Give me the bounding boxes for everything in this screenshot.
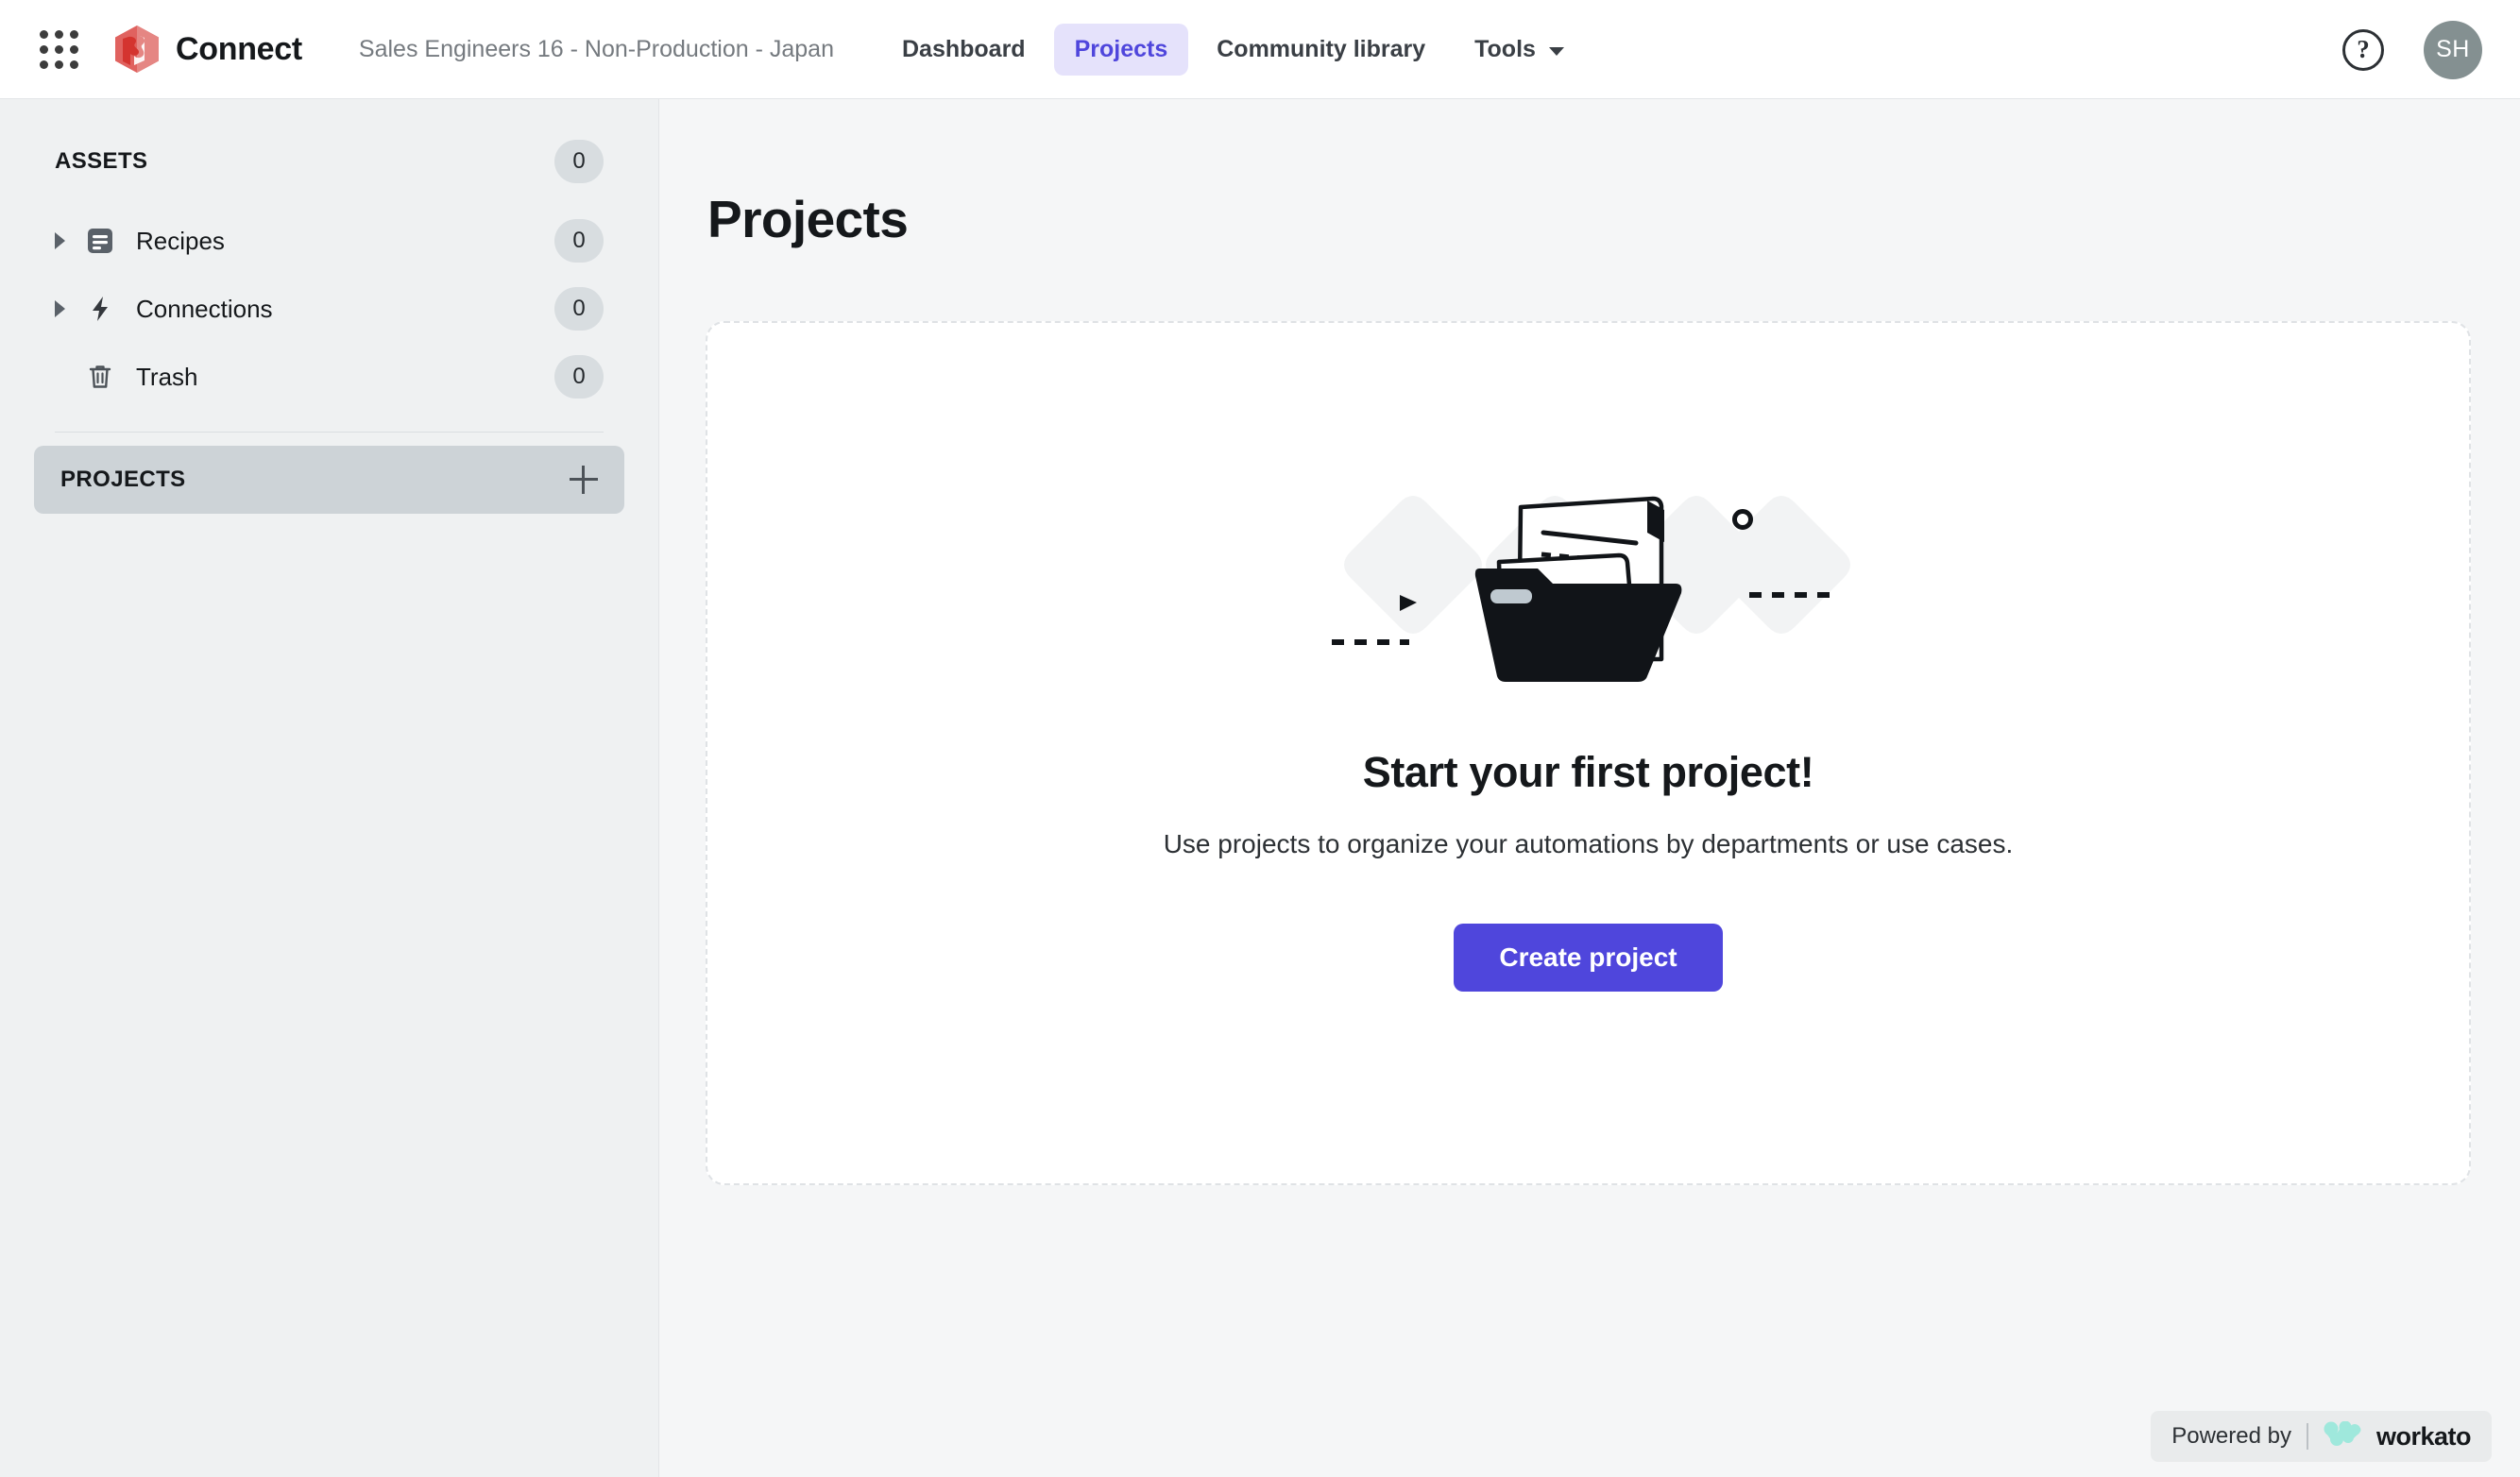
question-mark-circle-icon[interactable]: ? (2342, 28, 2384, 71)
top-bar-right-actions: ? SH (2342, 0, 2482, 99)
create-project-button[interactable]: Create project (1454, 924, 1723, 992)
sidebar-item-label: Trash (136, 362, 198, 391)
help-glyph: ? (2357, 35, 2370, 63)
main-content: Projects Start your first project! Use p… (660, 99, 2520, 1477)
workato-hexagon-logo (115, 25, 159, 73)
nav-item-label: Community library (1217, 35, 1426, 62)
sidebar: ASSETS 0 Recipes 0 Connections 0 Trash 0… (0, 99, 659, 1477)
empty-state-title: Start your first project! (1362, 748, 1814, 796)
sidebar-section-projects[interactable]: PROJECTS (34, 446, 624, 514)
powered-by-badge: Powered by workato (2151, 1411, 2492, 1462)
disclosure-triangle-icon[interactable] (55, 232, 76, 249)
sidebar-item-connections[interactable]: Connections 0 (55, 275, 604, 343)
nav-item-dashboard[interactable]: Dashboard (881, 24, 1047, 76)
grid-dot (40, 60, 48, 69)
empty-state-subtitle: Use projects to organize your automation… (1163, 829, 2014, 858)
avatar[interactable]: SH (2424, 20, 2482, 79)
grid-dot (40, 45, 48, 54)
nav-item-label: Dashboard (901, 35, 1026, 62)
page-title: Projects (707, 190, 909, 248)
workato-w-logo (2324, 1420, 2361, 1452)
sidebar-divider (55, 432, 604, 433)
workato-wordmark: workato (2375, 1421, 2472, 1451)
grid-dot (70, 45, 78, 54)
sidebar-section-assets-label: ASSETS (55, 148, 148, 174)
trash-can-icon (85, 362, 125, 392)
grid-dot (40, 30, 48, 39)
plus-icon[interactable] (570, 466, 598, 494)
disclosure-triangle-icon[interactable] (55, 300, 76, 317)
recipe-document-icon (85, 226, 125, 256)
projects-empty-state-card: Start your first project! Use projects t… (706, 321, 2471, 1185)
nav-item-label: Projects (1074, 35, 1168, 62)
chevron-down-icon (1548, 46, 1564, 56)
grid-dot (55, 45, 63, 54)
grid-dot (55, 30, 63, 39)
sidebar-item-recipes[interactable]: Recipes 0 (55, 207, 604, 275)
brand-name: Connect (176, 30, 302, 67)
nav-item-projects[interactable]: Projects (1053, 23, 1189, 76)
grid-apps-icon[interactable] (36, 26, 81, 72)
sidebar-section-projects-label: PROJECTS (60, 467, 186, 492)
grid-dot (70, 30, 78, 39)
lightning-bolt-icon (85, 294, 125, 324)
main-nav: Dashboard Projects Community library Too… (881, 23, 1585, 76)
sidebar-item-label: Connections (136, 294, 273, 323)
sidebar-section-assets[interactable]: ASSETS 0 (55, 127, 604, 195)
open-folder-with-documents-illustration (1305, 474, 1872, 682)
breadcrumb: Sales Engineers 16 - Non-Production - Ja… (358, 35, 834, 62)
divider (2306, 1423, 2308, 1450)
avatar-initials: SH (2436, 36, 2470, 62)
assets-count-badge: 0 (554, 140, 604, 183)
recipes-count-badge: 0 (554, 219, 604, 263)
powered-by-text: Powered by (2171, 1423, 2291, 1449)
sidebar-item-label: Recipes (136, 226, 225, 255)
sidebar-item-trash[interactable]: Trash 0 (55, 343, 604, 411)
nav-item-community-library[interactable]: Community library (1196, 24, 1446, 76)
connections-count-badge: 0 (554, 287, 604, 331)
grid-dot (70, 60, 78, 69)
nav-item-label: Tools (1474, 35, 1536, 62)
grid-dot (55, 60, 63, 69)
top-bar: Connect Sales Engineers 16 - Non-Product… (0, 0, 2520, 99)
nav-item-tools[interactable]: Tools (1454, 24, 1585, 76)
brand-home-link[interactable]: Connect (115, 25, 302, 73)
trash-count-badge: 0 (554, 355, 604, 399)
